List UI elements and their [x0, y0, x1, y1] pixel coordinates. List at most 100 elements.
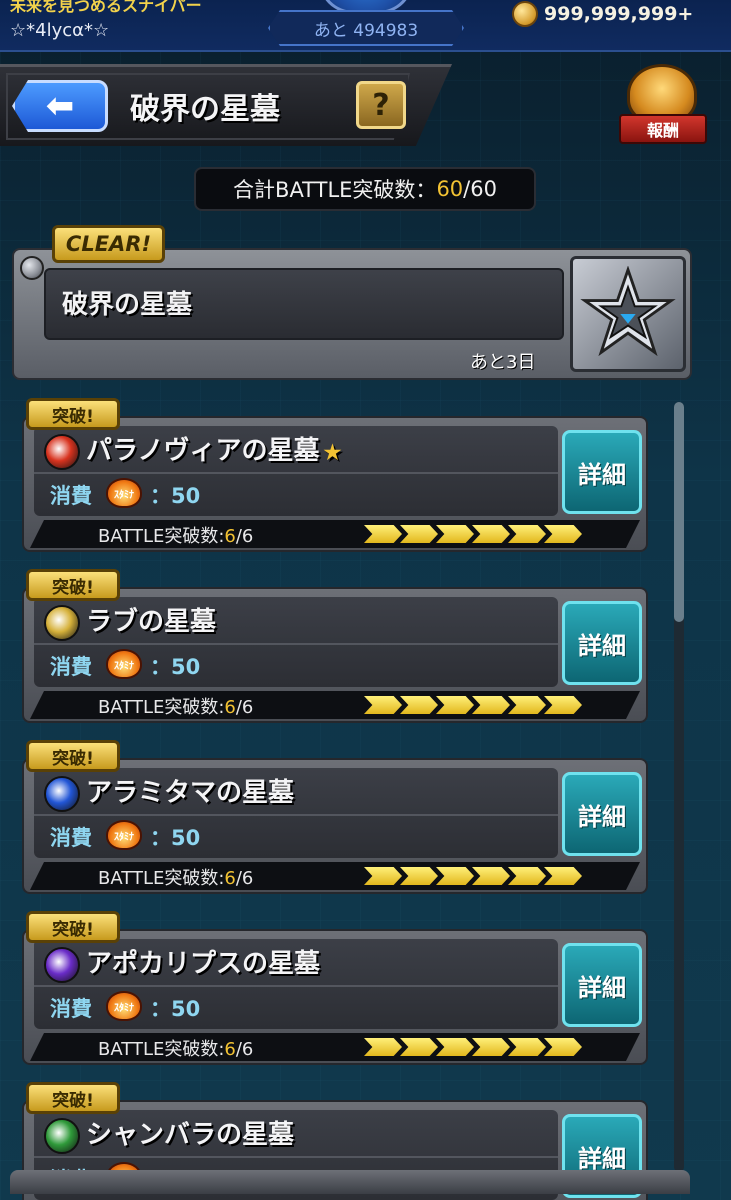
- progress-chevron: [544, 525, 582, 543]
- progress-value: 6: [224, 697, 236, 718]
- progress-chevron: [436, 696, 474, 714]
- progress-total: /6: [235, 1039, 254, 1060]
- quest-name-text: アラミタマの星墓: [86, 778, 295, 808]
- progress-chevron: [472, 867, 510, 885]
- progress-label-text: BATTLE突破数:: [98, 1039, 225, 1060]
- progress-chevron: [436, 867, 474, 885]
- element-icon: [44, 776, 80, 812]
- cost-label: 消費: [50, 826, 92, 850]
- back-button[interactable]: ⬅: [12, 80, 108, 132]
- stamina-icon-label: ｽﾀﾐﾅ: [114, 831, 134, 843]
- breakthrough-badge: 突破!: [26, 398, 120, 430]
- star-icon: ★: [323, 440, 342, 464]
- detail-button[interactable]: 詳細: [562, 601, 642, 685]
- detail-button-label: 詳細: [578, 631, 626, 660]
- pin-icon: [20, 256, 44, 280]
- progress-chevron: [436, 525, 474, 543]
- detail-button[interactable]: 詳細: [562, 772, 642, 856]
- cost-value: ：50: [150, 655, 201, 679]
- quest-divider: [34, 472, 558, 474]
- cost-label: 消費: [50, 655, 92, 679]
- progress-chevron: [436, 1038, 474, 1056]
- progress-label: BATTLE突破数:6/6: [98, 522, 253, 548]
- status-bar: 未来を見つめるスナイパー ☆*4lycα*☆ あと 494983 999,999…: [0, 0, 731, 52]
- breakthrough-badge: 突破!: [26, 569, 120, 601]
- progress-label: BATTLE突破数:6/6: [98, 693, 253, 719]
- cost-value: ：50: [150, 826, 201, 850]
- stamina-icon-label: ｽﾀﾐﾅ: [114, 489, 134, 501]
- progress-chevrons: [364, 1038, 582, 1056]
- detail-button[interactable]: 詳細: [562, 943, 642, 1027]
- scrollbar-thumb[interactable]: [674, 402, 684, 622]
- time-remaining: あと3日: [470, 352, 536, 373]
- coin-counter[interactable]: 999,999,999+: [512, 0, 693, 28]
- coin-amount: 999,999,999+: [544, 3, 694, 25]
- quest-name-text: アポカリプスの星墓: [86, 949, 321, 979]
- quest-name: アポカリプスの星墓: [86, 943, 324, 980]
- progress-label-text: BATTLE突破数:: [98, 526, 225, 547]
- progress-value: 6: [224, 1039, 236, 1060]
- progress-chevron: [544, 1038, 582, 1056]
- detail-button-label: 詳細: [578, 1144, 626, 1173]
- progress-value: 6: [224, 868, 236, 889]
- progress-chevron: [400, 696, 438, 714]
- question-icon: ?: [372, 87, 390, 123]
- stamina-icon: ｽﾀﾐﾅ: [106, 820, 142, 850]
- cost-value: ：50: [150, 484, 201, 508]
- help-button[interactable]: ?: [356, 81, 406, 129]
- bottom-frame: [10, 1170, 690, 1194]
- element-icon: [44, 434, 80, 470]
- quest-name-text: パラノヴィアの星墓: [86, 436, 320, 466]
- detail-button-label: 詳細: [578, 460, 626, 489]
- detail-button-label: 詳細: [578, 802, 626, 831]
- progress-chevron: [472, 525, 510, 543]
- stamina-icon-label: ｽﾀﾐﾅ: [114, 1002, 134, 1014]
- progress-total: /6: [235, 697, 254, 718]
- progress-chevron: [472, 1038, 510, 1056]
- cost-label: 消費: [50, 484, 92, 508]
- quest-name: パラノヴィアの星墓 ★: [86, 430, 341, 467]
- reward-button[interactable]: 報酬: [617, 64, 709, 154]
- coin-icon: [512, 1, 538, 27]
- quest-item[interactable]: 突破! アポカリプスの星墓 消費 ｽﾀﾐﾅ ：50 BATTLE突破数:6/6 詳細: [22, 911, 650, 1065]
- progress-total: /6: [235, 526, 254, 547]
- arrow-left-icon: ⬅: [45, 86, 75, 126]
- progress-chevrons: [364, 867, 582, 885]
- progress-chevron: [364, 867, 402, 885]
- quest-item[interactable]: 突破! アラミタマの星墓消費 ｽﾀﾐﾅ ：50 BATTLE突破数:6/6 詳細: [22, 740, 650, 894]
- progress-label-text: BATTLE突破数:: [98, 697, 225, 718]
- progress-chevron: [400, 525, 438, 543]
- progress-label: BATTLE突破数:6/6: [98, 864, 253, 890]
- progress-chevron: [364, 525, 402, 543]
- progress-chevrons: [364, 525, 582, 543]
- quest-name: ラブの星墓: [86, 601, 220, 638]
- progress-chevron: [364, 1038, 402, 1056]
- cost-label: 消費: [50, 997, 92, 1021]
- quest-divider: [34, 814, 558, 816]
- player-name: ☆*4lycα*☆: [10, 20, 110, 41]
- page-title: 破界の星墓: [130, 92, 280, 127]
- quest-name-text: シャンバラの星墓: [86, 1120, 295, 1150]
- progress-chevron: [400, 1038, 438, 1056]
- player-title: 未来を見つめるスナイパー: [10, 0, 202, 15]
- reward-ribbon: 報酬: [619, 114, 707, 144]
- progress-chevron: [364, 696, 402, 714]
- total-max: /60: [463, 177, 497, 201]
- progress-chevron: [544, 867, 582, 885]
- total-label: 合計BATTLE突破数：: [233, 178, 437, 202]
- breakthrough-badge-text: 突破!: [52, 748, 94, 769]
- breakthrough-badge: 突破!: [26, 740, 120, 772]
- quest-item[interactable]: 突破! パラノヴィアの星墓 ★ 消費 ｽﾀﾐﾅ ：50 BATTLE突破数:6/6 詳細: [22, 398, 650, 552]
- quest-item[interactable]: 突破! ラブの星墓 消費 ｽﾀﾐﾅ ：50 BATTLE突破数:6/6 詳細: [22, 569, 650, 723]
- quest-name: シャンバラの星墓: [86, 1114, 298, 1151]
- progress-chevron: [508, 867, 546, 885]
- stamina-icon: ｽﾀﾐﾅ: [106, 991, 142, 1021]
- clear-badge-text: CLEAR!: [65, 232, 152, 256]
- progress-total: /6: [235, 868, 254, 889]
- progress-label-text: BATTLE突破数:: [98, 868, 225, 889]
- detail-button[interactable]: 詳細: [562, 430, 642, 514]
- progress-chevrons: [364, 696, 582, 714]
- xp-remaining-box: あと 494983: [268, 10, 464, 46]
- breakthrough-badge: 突破!: [26, 1082, 120, 1114]
- progress-chevron: [508, 696, 546, 714]
